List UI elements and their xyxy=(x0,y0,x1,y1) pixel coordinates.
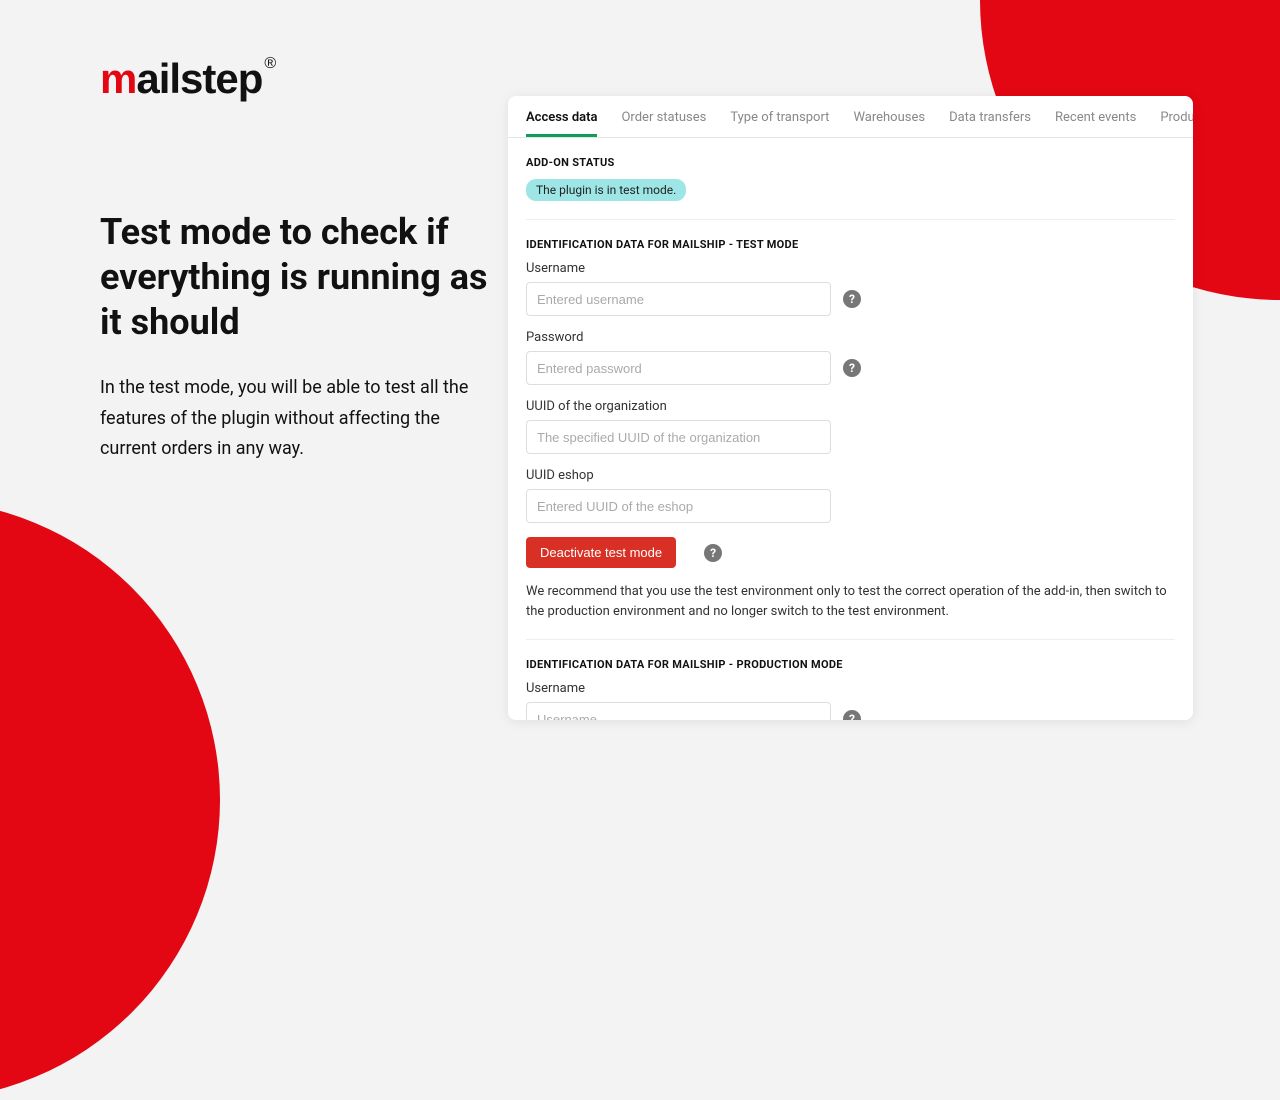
panel-body: ADD-ON STATUS The plugin is in test mode… xyxy=(508,138,1193,720)
hero-title: Test mode to check if everything is runn… xyxy=(100,210,490,345)
field-username-test: Username ? xyxy=(526,261,1175,316)
logo-reg: ® xyxy=(264,55,275,72)
input-org-uuid[interactable] xyxy=(526,420,831,454)
tab-order-statuses[interactable]: Order statuses xyxy=(621,96,706,137)
hero: Test mode to check if everything is runn… xyxy=(100,210,490,465)
decorative-circle-bottom xyxy=(0,500,220,1100)
field-username-prod: Username ? xyxy=(526,681,1175,720)
divider xyxy=(526,219,1175,220)
test-section-title: IDENTIFICATION DATA FOR MAILSHIP - TEST … xyxy=(526,238,1175,251)
label-username-prod: Username xyxy=(526,681,1175,696)
help-icon[interactable]: ? xyxy=(843,359,861,377)
input-eshop-uuid[interactable] xyxy=(526,489,831,523)
status-badge: The plugin is in test mode. xyxy=(526,179,686,201)
field-org-uuid: UUID of the organization xyxy=(526,399,1175,454)
logo-prefix: m xyxy=(100,55,136,102)
logo: mailstep® xyxy=(100,55,275,103)
label-eshop-uuid: UUID eshop xyxy=(526,468,1175,483)
input-username-prod[interactable] xyxy=(526,702,831,720)
prod-section-title: IDENTIFICATION DATA FOR MAILSHIP - PRODU… xyxy=(526,658,1175,671)
tab-access-data[interactable]: Access data xyxy=(526,96,597,137)
help-icon[interactable]: ? xyxy=(843,710,861,720)
input-password-test[interactable] xyxy=(526,351,831,385)
input-username-test[interactable] xyxy=(526,282,831,316)
tab-recent-events[interactable]: Recent events xyxy=(1055,96,1136,137)
tab-products[interactable]: Products xyxy=(1160,96,1193,137)
help-icon[interactable]: ? xyxy=(843,290,861,308)
hero-body: In the test mode, you will be able to te… xyxy=(100,373,490,465)
tabs: Access data Order statuses Type of trans… xyxy=(508,96,1193,138)
deactivate-test-mode-button[interactable]: Deactivate test mode xyxy=(526,537,676,568)
action-row: Deactivate test mode ? xyxy=(526,537,1175,568)
field-password-test: Password ? xyxy=(526,330,1175,385)
tab-warehouses[interactable]: Warehouses xyxy=(853,96,925,137)
divider xyxy=(526,639,1175,640)
test-mode-hint: We recommend that you use the test envir… xyxy=(526,582,1175,621)
label-username-test: Username xyxy=(526,261,1175,276)
field-eshop-uuid: UUID eshop xyxy=(526,468,1175,523)
settings-panel: Access data Order statuses Type of trans… xyxy=(508,96,1193,720)
help-icon[interactable]: ? xyxy=(704,544,722,562)
label-org-uuid: UUID of the organization xyxy=(526,399,1175,414)
logo-suffix: ailstep xyxy=(136,55,262,102)
label-password-test: Password xyxy=(526,330,1175,345)
tab-data-transfers[interactable]: Data transfers xyxy=(949,96,1031,137)
addon-status-title: ADD-ON STATUS xyxy=(526,156,1175,169)
tab-type-of-transport[interactable]: Type of transport xyxy=(730,96,829,137)
